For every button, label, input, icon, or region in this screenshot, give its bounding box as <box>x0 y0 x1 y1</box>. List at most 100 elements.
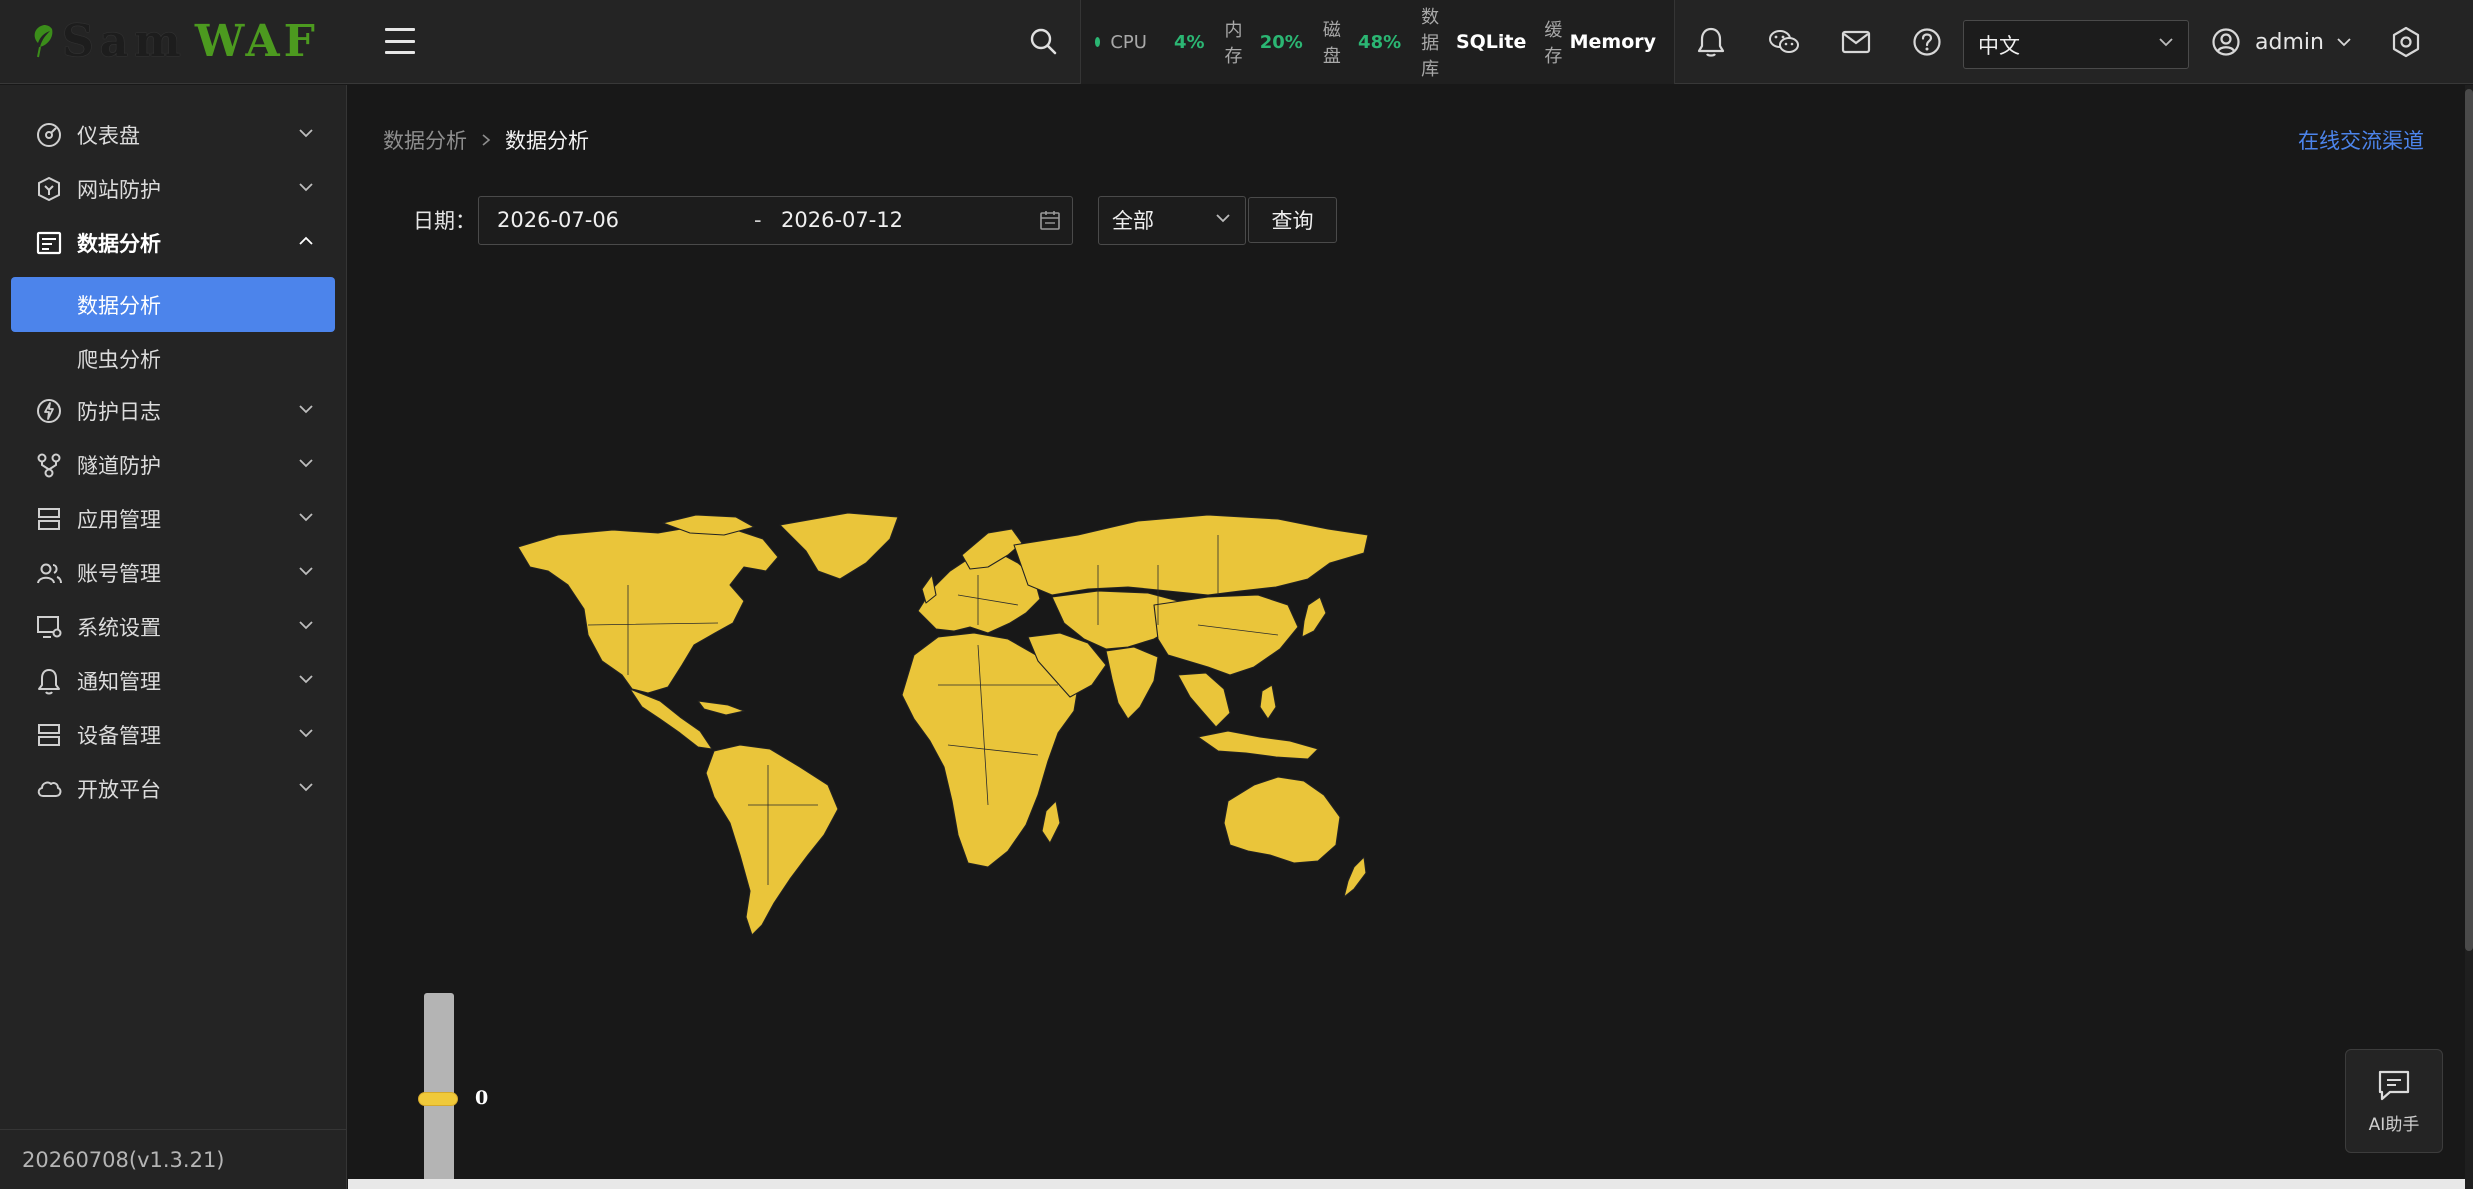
breadcrumb-item[interactable]: 数据分析 <box>383 125 467 155</box>
wechat-button[interactable] <box>1766 24 1802 60</box>
leaf-icon <box>34 25 53 58</box>
chevron-down-icon <box>1216 213 1230 222</box>
chevron-down-icon <box>299 183 313 192</box>
online-channel-link[interactable]: 在线交流渠道 <box>2298 125 2424 155</box>
map-region-australia[interactable] <box>1223 776 1341 864</box>
visual-map-value-label: 0 <box>475 1087 489 1109</box>
chevron-down-icon <box>299 675 313 684</box>
tunnel-icon <box>34 450 64 480</box>
sidebar-item-system-settings[interactable]: 系统设置 <box>0 601 347 653</box>
version-label: 20260708(v1.3.21) <box>0 1129 347 1189</box>
search-icon[interactable] <box>1028 26 1058 56</box>
memory-value: 20% <box>1259 31 1303 53</box>
ai-assistant-button[interactable]: AI助手 <box>2345 1049 2443 1153</box>
sidebar-item-label: 隧道防护 <box>77 454 161 478</box>
help-icon <box>1913 28 1941 56</box>
sidebar-subitem-crawler-analysis[interactable]: 爬虫分析 <box>11 331 335 386</box>
date-label: 日期： <box>413 209 476 233</box>
sidebar-item-notification-management[interactable]: 通知管理 <box>0 655 347 707</box>
language-value: 中文 <box>1978 33 2020 58</box>
sidebar-item-app-management[interactable]: 应用管理 <box>0 493 347 545</box>
sidebar-item-website-protection[interactable]: 网站防护 <box>0 163 347 215</box>
type-select[interactable]: 全部 <box>1098 195 1246 245</box>
sidebar-item-label: 开放平台 <box>77 778 161 802</box>
cpu-value: 4% <box>1173 31 1205 53</box>
sidebar-item-tunnel-protection[interactable]: 隧道防护 <box>0 439 347 491</box>
map-region-north-america[interactable] <box>518 526 779 694</box>
vertical-scrollbar[interactable] <box>2465 85 2473 1189</box>
map-region-japan[interactable] <box>1301 596 1327 638</box>
cloud-icon <box>34 774 64 804</box>
map-region-south-america[interactable] <box>705 744 839 936</box>
sidebar-item-data-analysis[interactable]: 数据分析 <box>0 217 347 269</box>
samwaf-logo[interactable]: Sam WAF <box>30 10 319 72</box>
chevron-up-icon <box>299 236 313 245</box>
visual-map-slider[interactable]: 0 <box>418 993 498 1189</box>
hamburger-line <box>385 39 415 43</box>
map-region-central-america[interactable] <box>629 688 713 750</box>
calendar-icon[interactable] <box>1039 209 1061 231</box>
map-region-new-zealand[interactable] <box>1343 856 1367 898</box>
map-region-madagascar[interactable] <box>1041 800 1061 844</box>
horizontal-scrollbar[interactable] <box>348 1179 2465 1189</box>
scrollbar-thumb[interactable] <box>2465 89 2473 951</box>
query-button[interactable]: 查询 <box>1248 197 1337 243</box>
bell-icon <box>34 666 64 696</box>
map-region-caribbean[interactable] <box>697 700 745 716</box>
visual-map-handle[interactable] <box>418 1092 458 1106</box>
sidebar-item-label: 防护日志 <box>77 400 161 424</box>
sidebar-item-device-management[interactable]: 设备管理 <box>0 709 347 761</box>
sidebar: 仪表盘 网站防护 数据分析 数据分析 爬虫分析 防护日志 隧道防护 应用管理 账… <box>0 85 347 1189</box>
shield-icon <box>34 174 64 204</box>
logo-text-waf: WAF <box>194 15 319 67</box>
wechat-icon <box>1769 30 1799 53</box>
hamburger-line <box>385 51 415 54</box>
sidebar-item-label: 应用管理 <box>77 508 161 532</box>
date-range-picker[interactable]: 2026-07-06 - 2026-07-12 <box>478 195 1073 245</box>
mail-icon <box>1841 30 1871 54</box>
chevron-down-icon <box>299 405 313 414</box>
sidebar-subitem-data-analysis[interactable]: 数据分析 <box>11 277 335 332</box>
settings-button[interactable] <box>2388 24 2424 60</box>
mail-button[interactable] <box>1838 24 1874 60</box>
chevron-down-icon <box>299 783 313 792</box>
sidebar-subitem-label: 爬虫分析 <box>77 347 161 372</box>
chevron-down-icon <box>299 513 313 522</box>
help-button[interactable] <box>1909 24 1945 60</box>
user-menu[interactable]: admin <box>2211 24 2352 60</box>
users-icon <box>34 558 64 588</box>
lightning-icon <box>34 396 64 426</box>
notification-button[interactable] <box>1693 24 1729 60</box>
sidebar-item-account-management[interactable]: 账号管理 <box>0 547 347 599</box>
language-select[interactable]: 中文 <box>1963 20 2189 69</box>
map-region-russia[interactable] <box>1013 514 1368 596</box>
bell-icon <box>1697 27 1725 57</box>
cache-label: 缓存 <box>1544 20 1563 67</box>
server-icon <box>34 504 64 534</box>
breadcrumb: 数据分析 数据分析 <box>383 125 589 155</box>
menu-toggle-button[interactable] <box>385 28 415 54</box>
chat-icon <box>2378 1070 2410 1100</box>
memory-label: 内存 <box>1224 20 1243 67</box>
world-map[interactable] <box>518 505 1368 945</box>
sidebar-item-protection-log[interactable]: 防护日志 <box>0 385 347 437</box>
chevron-down-icon <box>2337 38 2351 47</box>
sidebar-item-open-platform[interactable]: 开放平台 <box>0 763 347 815</box>
map-region-indonesia[interactable] <box>1197 730 1319 760</box>
map-region-southeast-asia[interactable] <box>1177 672 1231 728</box>
sidebar-item-dashboard[interactable]: 仪表盘 <box>0 109 347 161</box>
map-region-greenland[interactable] <box>779 512 899 580</box>
monitor-settings-icon <box>34 612 64 642</box>
map-region-philippines[interactable] <box>1259 684 1277 720</box>
sidebar-item-label: 仪表盘 <box>77 124 140 148</box>
start-date-input[interactable]: 2026-07-06 <box>497 208 619 232</box>
map-region-india[interactable] <box>1105 646 1159 720</box>
device-icon <box>34 720 64 750</box>
chevron-down-icon <box>299 459 313 468</box>
hamburger-line <box>385 28 415 31</box>
end-date-input[interactable]: 2026-07-12 <box>781 208 903 232</box>
cache-value: Memory <box>1569 31 1657 53</box>
sidebar-subitem-label: 数据分析 <box>77 293 161 318</box>
sidebar-item-label: 通知管理 <box>77 670 161 694</box>
breadcrumb-current: 数据分析 <box>505 129 589 153</box>
